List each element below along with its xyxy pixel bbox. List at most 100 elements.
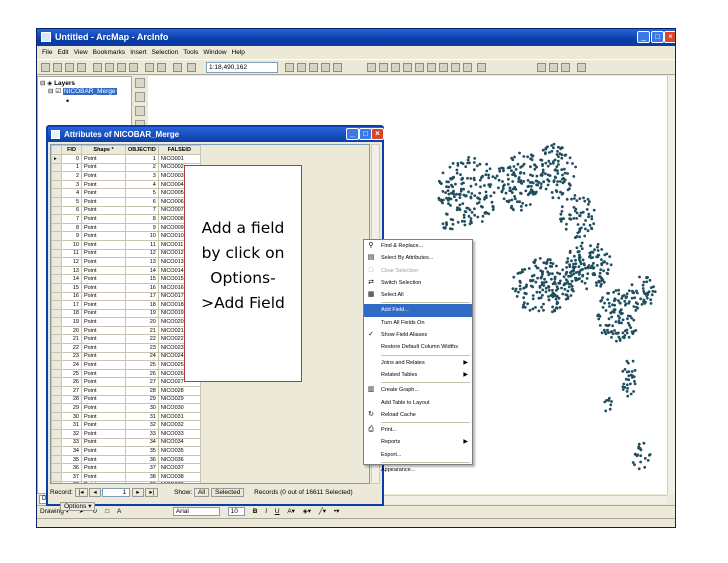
table-cell[interactable]: 35: [61, 454, 82, 465]
layout-tool-2-icon[interactable]: [379, 63, 388, 72]
table-cell[interactable]: NICO030: [157, 403, 201, 413]
layout-tool-5-icon[interactable]: [415, 63, 424, 72]
table-cell[interactable]: 21: [61, 334, 82, 345]
row-selector[interactable]: [51, 214, 62, 224]
menu-window[interactable]: Window: [203, 47, 226, 58]
table-cell[interactable]: Point: [81, 214, 126, 224]
row-selector[interactable]: [51, 205, 62, 216]
row-selector[interactable]: [51, 162, 62, 173]
table-cell[interactable]: 24: [61, 360, 82, 370]
menu-tools[interactable]: Tools: [183, 47, 198, 58]
table-cell[interactable]: 23: [125, 343, 159, 353]
menu-item-show-field-aliases[interactable]: ✓ Show Field Aliases: [364, 329, 472, 341]
table-row[interactable]: 17 Point 18 NICO018: [51, 300, 201, 310]
table-row[interactable]: 18 Point 19 NICO019: [51, 308, 201, 319]
table-cell[interactable]: Point: [81, 162, 126, 173]
menu-item-select-by-attributes[interactable]: ▤ Select By Attributes...: [364, 252, 472, 264]
font-color-icon[interactable]: A▾: [287, 508, 295, 515]
line-color-icon[interactable]: ╱▾: [319, 508, 326, 515]
table-row[interactable]: 35 Point 36 NICO036: [51, 454, 201, 465]
map-vertical-scrollbar[interactable]: [667, 76, 675, 494]
row-selector[interactable]: [51, 188, 62, 198]
zoom-out-icon[interactable]: [135, 92, 145, 102]
layout-tool-12-icon[interactable]: [561, 63, 570, 72]
table-cell[interactable]: 30: [125, 403, 159, 413]
table-cell[interactable]: Point: [81, 282, 126, 293]
table-cell[interactable]: Point: [81, 179, 126, 190]
identify-icon[interactable]: [297, 63, 306, 72]
menu-item-find-replace[interactable]: ⚲ Find & Replace...: [364, 240, 472, 252]
table-row[interactable]: 25 Point 26 NICO026: [51, 368, 201, 379]
table-cell[interactable]: 12: [61, 257, 82, 267]
row-selector[interactable]: [51, 308, 62, 319]
column-header-objectid[interactable]: OBJECTID: [125, 145, 159, 155]
table-row[interactable]: 4 Point 5 NICO005: [51, 188, 201, 198]
row-selector[interactable]: [51, 394, 62, 405]
table-cell[interactable]: 25: [61, 368, 82, 379]
table-cell[interactable]: 5: [125, 188, 159, 198]
table-cell[interactable]: 7: [125, 205, 159, 216]
table-cell[interactable]: 28: [61, 394, 82, 405]
fill-color-icon[interactable]: ◈▾: [303, 508, 311, 515]
layout-tool-4-icon[interactable]: [403, 63, 412, 72]
table-row[interactable]: 5 Point 6 NICO006: [51, 196, 201, 207]
menu-edit[interactable]: Edit: [57, 47, 68, 58]
new-icon[interactable]: [41, 63, 50, 72]
table-cell[interactable]: 36: [61, 463, 82, 473]
table-cell[interactable]: 4: [61, 188, 82, 198]
table-cell[interactable]: 15: [125, 274, 159, 284]
table-row[interactable]: 16 Point 17 NICO017: [51, 291, 201, 302]
last-record-button[interactable]: ▸|: [145, 487, 159, 497]
table-cell[interactable]: 37: [61, 471, 82, 482]
table-cell[interactable]: NICO038: [157, 471, 201, 482]
table-row[interactable]: 33 Point 34 NICO034: [51, 437, 201, 448]
table-cell[interactable]: 2: [61, 171, 82, 181]
table-cell[interactable]: Point: [81, 403, 126, 413]
table-cell[interactable]: 6: [125, 196, 159, 207]
table-cell[interactable]: 34: [125, 437, 159, 448]
text-icon[interactable]: A: [117, 508, 121, 515]
table-cell[interactable]: 34: [61, 446, 82, 456]
table-row[interactable]: 32 Point 33 NICO033: [51, 429, 201, 439]
row-selector[interactable]: [51, 325, 62, 336]
table-cell[interactable]: Point: [81, 257, 126, 267]
add-data-icon[interactable]: [173, 63, 182, 72]
table-cell[interactable]: 33: [61, 437, 82, 448]
table-cell[interactable]: 35: [125, 446, 159, 456]
show-selected-button[interactable]: Selected: [211, 487, 245, 497]
row-selector[interactable]: [51, 248, 62, 259]
row-selector[interactable]: [51, 446, 62, 456]
font-size-select[interactable]: 10: [227, 507, 245, 516]
layer-node[interactable]: ⊟ ☑ NICOBAR_Merge: [48, 87, 117, 95]
table-cell[interactable]: 38: [61, 480, 82, 483]
underline-button[interactable]: U: [275, 508, 280, 515]
row-selector[interactable]: [51, 471, 62, 482]
table-row[interactable]: 22 Point 23 NICO023: [51, 343, 201, 353]
table-cell[interactable]: Point: [81, 188, 126, 198]
table-cell[interactable]: 38: [125, 471, 159, 482]
table-cell[interactable]: Point: [81, 437, 126, 448]
row-selector[interactable]: [51, 386, 62, 396]
table-cell[interactable]: Point: [81, 420, 126, 430]
table-row[interactable]: 29 Point 30 NICO030: [51, 403, 201, 413]
table-row[interactable]: 14 Point 15 NICO015: [51, 274, 201, 284]
table-row[interactable]: 34 Point 35 NICO035: [51, 446, 201, 456]
command-line-icon[interactable]: [321, 63, 330, 72]
layout-tool-6-icon[interactable]: [427, 63, 436, 72]
menu-item-add-field[interactable]: Add Field...: [364, 304, 472, 317]
row-selector[interactable]: [51, 274, 62, 284]
row-selector[interactable]: [51, 239, 62, 250]
table-row[interactable]: 6 Point 7 NICO007: [51, 205, 201, 216]
row-selector[interactable]: [51, 437, 62, 448]
font-select[interactable]: Arial: [172, 507, 220, 516]
paste-icon[interactable]: [117, 63, 126, 72]
row-selector[interactable]: [51, 403, 62, 413]
table-cell[interactable]: Point: [81, 291, 126, 302]
menu-item-add-table-to-layout[interactable]: Add Table to Layout: [364, 397, 472, 409]
map-scale-box[interactable]: 1:18,490,162: [206, 62, 278, 73]
table-cell[interactable]: 9: [61, 231, 82, 241]
table-cell[interactable]: 1: [61, 162, 82, 173]
minimize-button[interactable]: _: [637, 31, 650, 43]
table-cell[interactable]: Point: [81, 196, 126, 207]
table-cell[interactable]: Point: [81, 480, 126, 483]
